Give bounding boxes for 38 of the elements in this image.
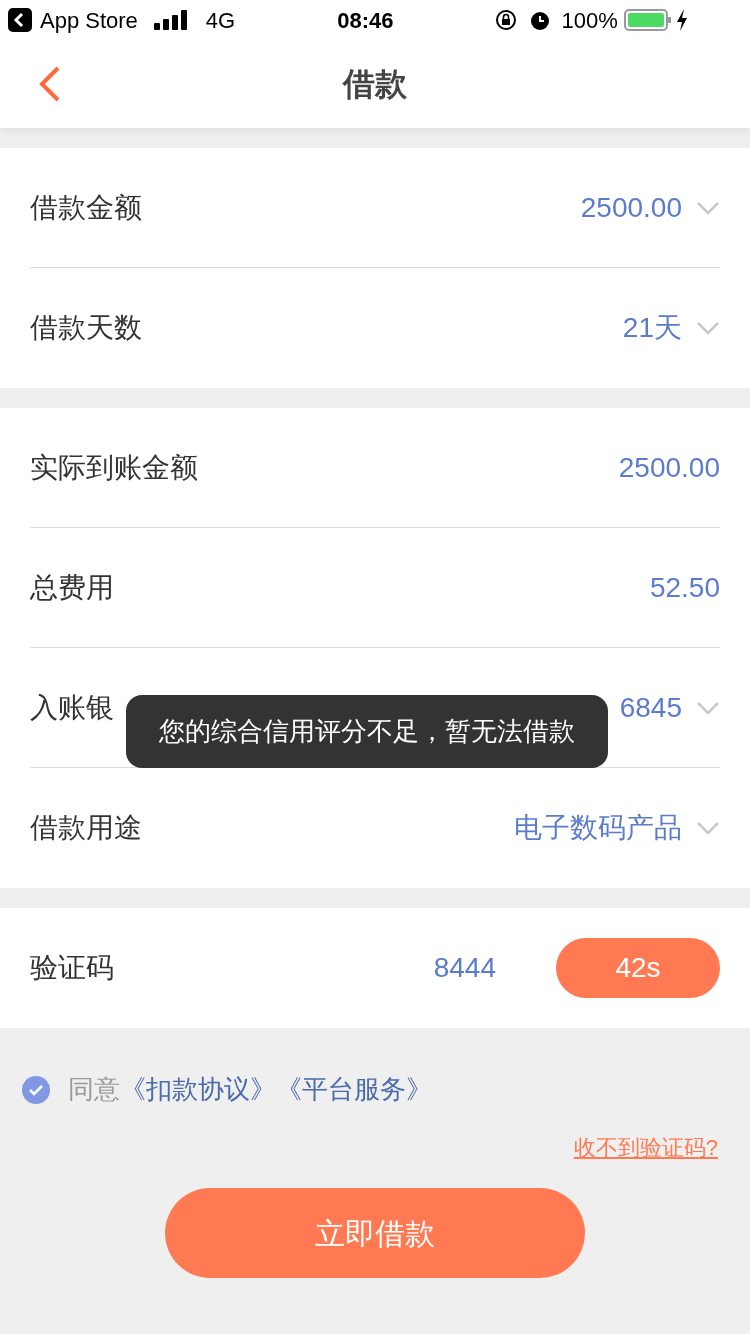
row-value[interactable]: 21天 (622, 307, 682, 349)
chevron-down-icon[interactable] (696, 700, 720, 715)
credit-toast: 您的综合信用评分不足，暂无法借款 (126, 695, 608, 768)
agree-checkbox[interactable] (22, 1075, 50, 1104)
rotation-lock-icon (495, 9, 518, 31)
check-icon (28, 1083, 44, 1096)
battery-icon (623, 8, 672, 32)
row-label: 实际到账金额 (30, 450, 198, 485)
row-label: 验证码 (30, 951, 114, 985)
charging-icon (675, 9, 688, 31)
help-link[interactable]: 收不到验证码? (573, 1131, 718, 1164)
row-value: 2500.00 (618, 450, 720, 485)
chevron-down-icon[interactable] (696, 821, 720, 835)
submit-button[interactable]: 立即借款 (165, 1188, 585, 1278)
code-value[interactable]: 8444 (433, 947, 496, 989)
page-title: 借款 (343, 65, 407, 104)
row-value: 52.50 (649, 570, 720, 605)
back-app-icon[interactable] (8, 8, 32, 32)
row-value[interactable]: 电子数码产品 (514, 807, 682, 849)
row-label: 总费用 (30, 570, 114, 605)
row-label: 入账银 (30, 690, 114, 725)
time-label: 08:46 (337, 6, 394, 35)
agreement-link[interactable]: 《平台服务》 (276, 1070, 432, 1109)
row-value[interactable]: 6845 (619, 686, 682, 729)
back-app-label[interactable]: App Store (40, 3, 138, 37)
row-label: 借款用途 (30, 811, 142, 845)
battery-percent: 100% (561, 6, 618, 35)
network-label: 4G (205, 6, 236, 35)
row-label: 借款天数 (30, 311, 142, 345)
row-value[interactable]: 2500.00 (580, 186, 682, 229)
chevron-down-icon[interactable] (696, 321, 720, 335)
chevron-down-icon[interactable] (696, 200, 720, 215)
countdown-button[interactable]: 42s (556, 938, 720, 998)
row-label: 借款金额 (30, 190, 142, 225)
signal-icon (153, 10, 188, 30)
agree-label: 同意 (68, 1073, 120, 1106)
back-icon[interactable] (38, 66, 62, 102)
agreement-link[interactable]: 《扣款协议》 (120, 1070, 276, 1109)
